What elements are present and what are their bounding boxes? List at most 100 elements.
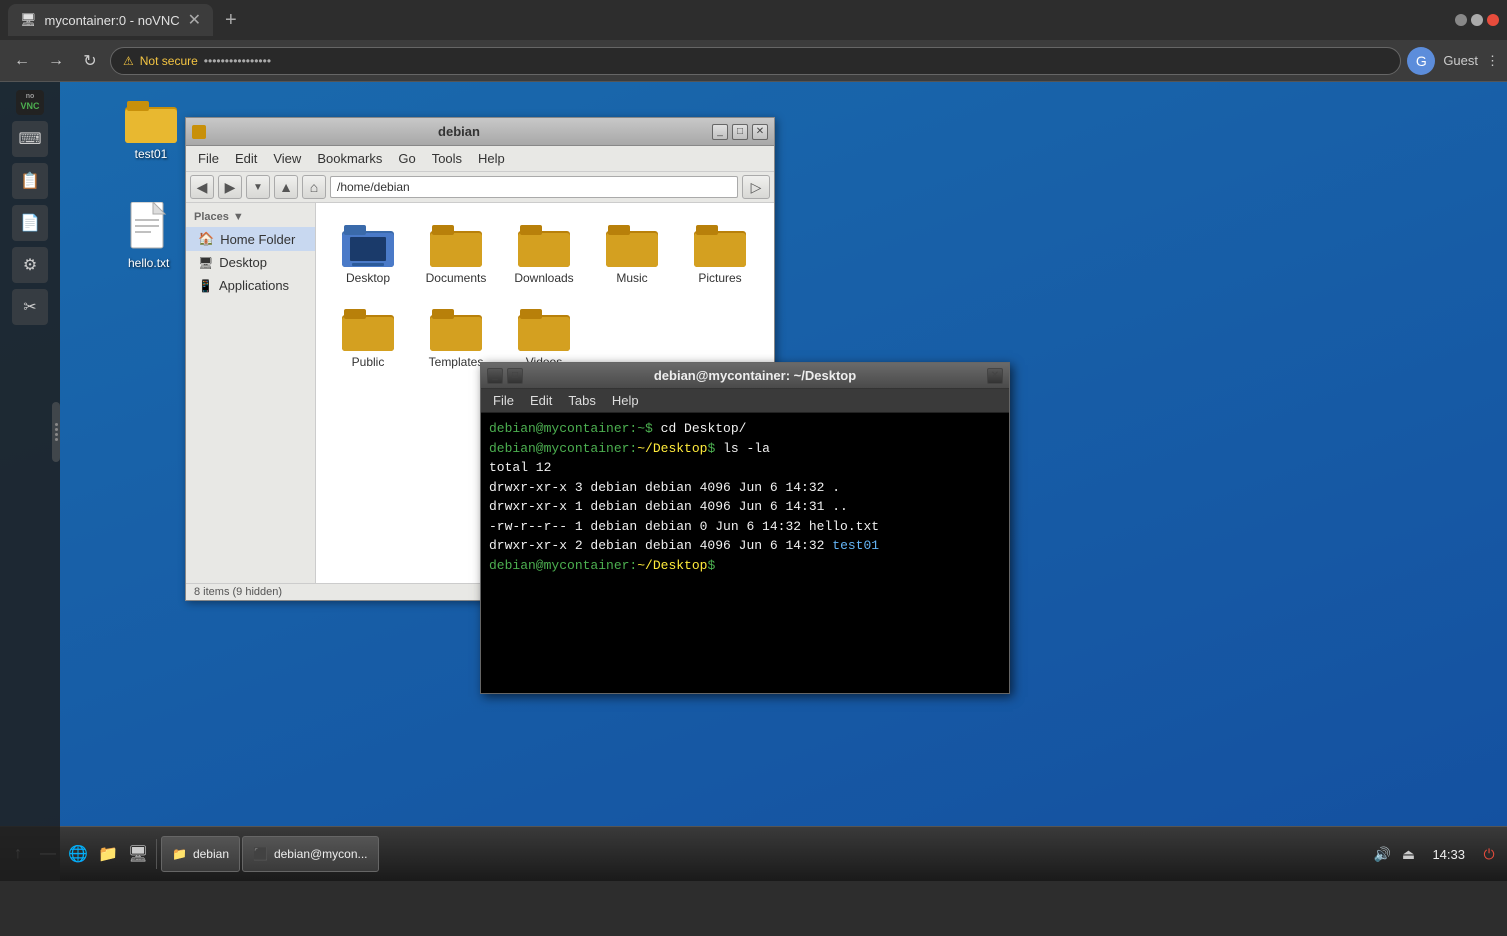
documents-folder-icon (430, 221, 482, 267)
icon-label-test01: test01 (135, 147, 168, 161)
terminal-menu-edit[interactable]: Edit (522, 391, 560, 410)
fm-sidebar-desktop[interactable]: 🖥 Desktop (186, 251, 315, 274)
fm-up-button[interactable]: ▲ (274, 175, 298, 199)
back-button[interactable]: ← (8, 47, 36, 75)
terminal-close-button[interactable]: ✕ (987, 368, 1003, 384)
tray-icon-power[interactable]: ⏻ (1479, 844, 1499, 864)
active-tab[interactable]: 🖥 mycontainer:0 - noVNC ✕ (8, 4, 213, 36)
close-button[interactable] (1487, 14, 1499, 26)
fm-item-documents[interactable]: Documents (416, 215, 496, 291)
fm-item-desktop[interactable]: Desktop (328, 215, 408, 291)
terminal-minimize-button[interactable]: _ (487, 368, 503, 384)
terminal-titlebar: _ □ debian@mycontainer: ~/Desktop ✕ (481, 363, 1009, 389)
terminal-menu-bar: File Edit Tabs Help (481, 389, 1009, 413)
tray-icon-eject[interactable]: ⏏ (1398, 844, 1418, 864)
taskbar-window-terminal[interactable]: ⬛ debian@mycon... (242, 836, 379, 872)
new-tab-button[interactable]: + (217, 9, 245, 32)
fm-address-text: /home/debian (337, 180, 410, 194)
fm-item-public[interactable]: Public (328, 299, 408, 375)
file-icon (129, 202, 169, 252)
profile-area: G Guest ⋮ (1407, 47, 1499, 75)
terminal-line-3: total 12 (489, 458, 1001, 478)
url-text: •••••••••••••••• (204, 54, 1389, 68)
places-dropdown-icon[interactable]: ▼ (233, 211, 244, 223)
terminal-line-8: debian@mycontainer:~/Desktop$ (489, 556, 1001, 576)
taskbar-app-globe[interactable]: 🌐 (64, 840, 92, 868)
fm-item-label-public: Public (352, 355, 385, 369)
applications-icon: 📱 (198, 279, 213, 293)
fm-sidebar-applications[interactable]: 📱 Applications (186, 274, 315, 297)
fm-item-downloads[interactable]: Downloads (504, 215, 584, 291)
maximize-button[interactable] (1471, 14, 1483, 26)
window-controls (1455, 14, 1499, 26)
taskbar-app-folder[interactable]: 📁 (94, 840, 122, 868)
terminal-line-4: drwxr-xr-x 3 debian debian 4096 Jun 6 14… (489, 478, 1001, 498)
fm-back-button[interactable]: ◀ (190, 175, 214, 199)
terminal-restore-button[interactable]: □ (507, 368, 523, 384)
minimize-button[interactable] (1455, 14, 1467, 26)
terminal-content[interactable]: debian@mycontainer:~$ cd Desktop/ debian… (481, 413, 1009, 693)
terminal-menu-tabs[interactable]: Tabs (560, 391, 603, 410)
taskbar-clock: 14:33 (1424, 847, 1473, 862)
vnc-fullscreen-button[interactable]: 📄 (12, 205, 48, 241)
tab-close-button[interactable]: ✕ (188, 10, 201, 30)
fm-menu-bar: File Edit View Bookmarks Go Tools Help (186, 146, 774, 172)
taskbar-window-debian[interactable]: 📁 debian (161, 836, 240, 872)
fm-address-go-button[interactable]: ▷ (742, 175, 770, 199)
videos-folder-icon (518, 305, 570, 351)
applications-label: Applications (219, 278, 289, 293)
browser-menu-icon[interactable]: ⋮ (1486, 53, 1499, 69)
fm-forward-button[interactable]: ▶ (218, 175, 242, 199)
fm-home-button[interactable]: ⌂ (302, 175, 326, 199)
downloads-folder-icon (518, 221, 570, 267)
not-secure-label: Not secure (140, 54, 198, 68)
refresh-button[interactable]: ↻ (76, 47, 104, 75)
fm-close-button[interactable]: ✕ (752, 124, 768, 140)
term-text-4: drwxr-xr-x 3 debian debian 4096 Jun 6 14… (489, 480, 840, 495)
fm-menu-view[interactable]: View (265, 148, 309, 169)
fm-address-bar[interactable]: /home/debian (330, 176, 738, 198)
terminal-menu-help[interactable]: Help (604, 391, 647, 410)
forward-button[interactable]: → (42, 47, 70, 75)
taskbar-terminal-label: debian@mycon... (274, 847, 368, 861)
icon-label-hello: hello.txt (128, 256, 169, 270)
vnc-grip-handle[interactable] (52, 402, 60, 462)
terminal-line-7: drwxr-xr-x 2 debian debian 4096 Jun 6 14… (489, 536, 1001, 556)
vnc-settings-button[interactable]: ⚙ (12, 247, 48, 283)
taskbar-debian-label: debian (193, 847, 229, 861)
vnc-keyboard-button[interactable]: ⌨ (12, 121, 48, 157)
tray-icon-sound[interactable]: 🔊 (1372, 844, 1392, 864)
terminal-line-6: -rw-r--r-- 1 debian debian 0 Jun 6 14:32… (489, 517, 1001, 537)
fm-sidebar-home[interactable]: 🏠 Home Folder (186, 227, 315, 251)
fm-menu-help[interactable]: Help (470, 148, 513, 169)
desktop-icon-test01[interactable]: test01 (125, 97, 177, 161)
profile-label: Guest (1443, 53, 1478, 68)
fm-menu-edit[interactable]: Edit (227, 148, 265, 169)
fm-menu-bookmarks[interactable]: Bookmarks (309, 148, 390, 169)
vnc-disconnect-button[interactable]: ✂ (12, 289, 48, 325)
fm-minimize-button[interactable]: _ (712, 124, 728, 140)
term-text-5: drwxr-xr-x 1 debian debian 4096 Jun 6 14… (489, 499, 848, 514)
fm-places-label: Places ▼ (186, 207, 315, 227)
places-text: Places (194, 211, 229, 223)
fm-menu-tools[interactable]: Tools (424, 148, 470, 169)
taskbar-app-monitor[interactable]: 🖥 (124, 840, 152, 868)
fm-menu-go[interactable]: Go (390, 148, 423, 169)
taskbar-debian-icon: 📁 (172, 847, 187, 861)
profile-icon[interactable]: G (1407, 47, 1435, 75)
fm-restore-button[interactable]: □ (732, 124, 748, 140)
fm-dropdown-button[interactable]: ▼ (246, 175, 270, 199)
fm-item-label-templates: Templates (429, 355, 484, 369)
address-bar[interactable]: ⚠ Not secure •••••••••••••••• (110, 47, 1401, 75)
vnc-viewport: test01 hello.txt no VNC ⌨ 📋 📄 ⚙ ✂ (0, 82, 1507, 881)
tab-bar: 🖥 mycontainer:0 - noVNC ✕ + (0, 0, 1507, 40)
novnc-logo: no VNC (16, 90, 43, 115)
file-manager-titlebar: debian _ □ ✕ (186, 118, 774, 146)
terminal-menu-file[interactable]: File (485, 391, 522, 410)
vnc-clipboard-button[interactable]: 📋 (12, 163, 48, 199)
fm-item-music[interactable]: Music (592, 215, 672, 291)
desktop-icon-hello[interactable]: hello.txt (128, 202, 169, 270)
fm-item-pictures[interactable]: Pictures (680, 215, 760, 291)
taskbar-divider-1 (156, 839, 157, 869)
fm-menu-file[interactable]: File (190, 148, 227, 169)
